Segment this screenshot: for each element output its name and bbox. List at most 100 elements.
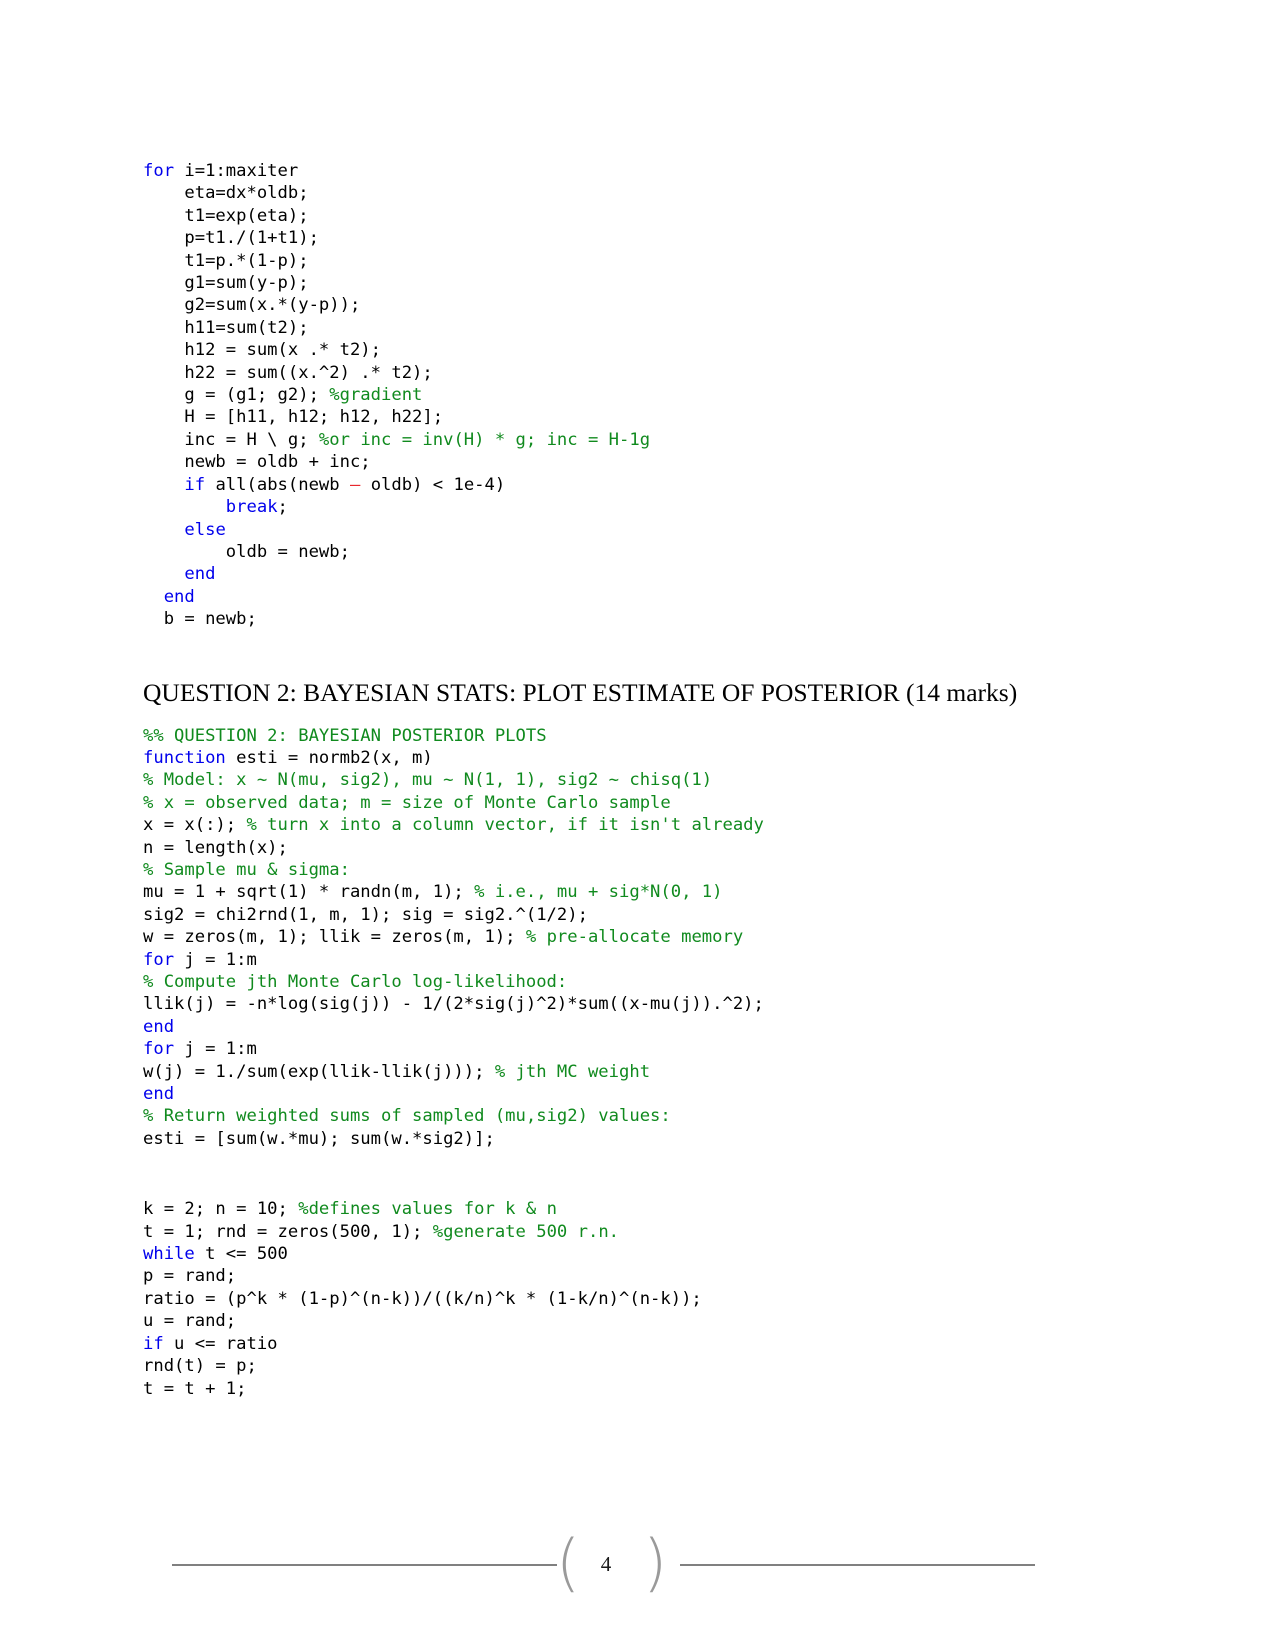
document-page: for i=1:maxiter eta=dx*oldb; t1=exp(eta)… [0, 0, 1275, 1651]
spacer-after-heading [143, 708, 1133, 725]
code-token: u = rand; [143, 1311, 237, 1332]
code-line: b = newb; [143, 608, 1133, 630]
code-line: mu = 1 + sqrt(1) * randn(m, 1); % i.e., … [143, 881, 1133, 903]
code-token: % Compute jth Monte Carlo log-likelihood… [143, 972, 568, 992]
code-token: p = rand; [143, 1266, 237, 1287]
code-line: %% QUESTION 2: BAYESIAN POSTERIOR PLOTS [143, 725, 1133, 747]
code-line: t1=p.*(1-p); [143, 250, 1133, 272]
code-token: if [143, 1333, 164, 1354]
code-token: h11=sum(t2); [143, 317, 309, 338]
code-line: inc = H \ g; %or inc = inv(H) * g; inc =… [143, 429, 1133, 451]
question-2-heading: QUESTION 2: BAYESIAN STATS: PLOT ESTIMAT… [143, 677, 1018, 707]
code-line: esti = [sum(w.*mu); sum(w.*sig2)]; [143, 1128, 1133, 1150]
code-token: j = 1:m [174, 1039, 257, 1060]
code-line: sig2 = chi2rnd(1, m, 1); sig = sig2.^(1/… [143, 904, 1133, 926]
code-token: w = zeros(m, 1); llik = zeros(m, 1); [143, 927, 526, 948]
code-token: for [143, 161, 175, 181]
code-line: h22 = sum((x.^2) .* t2); [143, 362, 1133, 384]
code-token: break [225, 497, 278, 518]
code-line: newb = oldb + inc; [143, 451, 1133, 473]
code-line: w(j) = 1./sum(exp(llik-llik(j))); % jth … [143, 1061, 1133, 1083]
code-token: for [143, 949, 175, 970]
code-token: x = x(:); [143, 815, 247, 836]
code-line: n = length(x); [143, 837, 1133, 859]
code-line: % Return weighted sums of sampled (mu,si… [143, 1105, 1133, 1127]
code-token: % Model: x ~ N(mu, sig2), mu ~ N(1, 1), … [143, 770, 713, 791]
code-line: p=t1./(1+t1); [143, 227, 1133, 249]
code-token: h22 = sum((x.^2) .* t2); [143, 362, 433, 383]
code-line: t = t + 1; [143, 1378, 1133, 1400]
code-token: u <= ratio [163, 1333, 278, 1354]
code-token: for [143, 1039, 175, 1060]
code-line: end [143, 563, 1133, 585]
code-token: w(j) = 1./sum(exp(llik-llik(j))); [143, 1061, 495, 1082]
code-token: g = (g1; g2); [143, 385, 330, 406]
code-line: w = zeros(m, 1); llik = zeros(m, 1); % p… [143, 926, 1133, 948]
code-line: ratio = (p^k * (1-p)^(n-k))/((k/n)^k * (… [143, 1288, 1133, 1310]
code-line: if all(abs(newb – oldb) < 1e-4) [143, 474, 1133, 496]
code-token: t <= 500 [194, 1244, 288, 1265]
code-line: oldb = newb; [143, 541, 1133, 563]
code-line: % Sample mu & sigma: [143, 859, 1133, 881]
code-token: %defines values for k & n [298, 1199, 557, 1220]
code-line: t1=exp(eta); [143, 205, 1133, 227]
code-line: if u <= ratio [143, 1333, 1133, 1355]
code-token: % turn x into a column vector, if it isn… [246, 815, 764, 836]
code-token: rnd(t) = p; [143, 1356, 257, 1377]
code-token: %generate 500 r.n. [432, 1221, 620, 1242]
code-line: u = rand; [143, 1310, 1133, 1332]
code-line: while t <= 500 [143, 1243, 1133, 1265]
code-line: h11=sum(t2); [143, 317, 1133, 339]
footer-rule-right [680, 1564, 1035, 1566]
code-line: function esti = normb2(x, m) [143, 747, 1133, 769]
spacer-before-heading [143, 631, 1133, 678]
code-token: end [143, 1016, 175, 1037]
code-token: while [143, 1244, 195, 1265]
code-line: t = 1; rnd = zeros(500, 1); %generate 50… [143, 1221, 1133, 1243]
code-token: n = length(x); [143, 837, 288, 858]
code-token: % jth MC weight [494, 1061, 651, 1082]
code-token: sig2 = chi2rnd(1, m, 1); sig = sig2.^(1/… [143, 904, 588, 925]
code-token: b = newb; [143, 609, 257, 630]
code-token: k = 2; n = 10; [143, 1199, 299, 1220]
code-token: end [143, 1084, 175, 1105]
code-token: h12 = sum(x .* t2); [143, 340, 381, 361]
code-token: %% QUESTION 2: BAYESIAN POSTERIOR PLOTS [143, 725, 547, 746]
code-token: i=1:maxiter [174, 161, 299, 181]
spacer-between-code-blocks-2 [143, 1174, 1133, 1198]
code-token: g1=sum(y-p); [143, 273, 309, 294]
footer-rule-left [172, 1564, 557, 1566]
code-token: %or inc = inv(H) * g; inc = H-1g [318, 429, 651, 450]
code-block-newton-raphson: for i=1:maxiter eta=dx*oldb; t1=exp(eta)… [143, 160, 1133, 631]
code-block-bayesian-posterior: %% QUESTION 2: BAYESIAN POSTERIOR PLOTS f… [143, 725, 1133, 1151]
code-line: h12 = sum(x .* t2); [143, 339, 1133, 361]
code-token: – [349, 474, 361, 495]
page-footer: ( ) 4 [0, 1530, 1275, 1600]
code-token: esti = normb2(x, m) [225, 747, 433, 768]
code-line: x = x(:); % turn x into a column vector,… [143, 814, 1133, 836]
code-token: t = 1; rnd = zeros(500, 1); [143, 1221, 433, 1242]
code-line: for j = 1:m [143, 949, 1133, 971]
page-number: 4 [600, 1552, 612, 1576]
code-token: esti = [sum(w.*mu); sum(w.*sig2)]; [143, 1128, 495, 1149]
code-token: t1=exp(eta); [143, 205, 309, 226]
code-token: ratio = (p^k * (1-p)^(n-k))/((k/n)^k * (… [143, 1288, 702, 1309]
code-token: % Sample mu & sigma: [143, 859, 350, 880]
code-line: p = rand; [143, 1265, 1133, 1287]
code-line: k = 2; n = 10; %defines values for k & n [143, 1198, 1133, 1220]
code-line: end [143, 586, 1133, 608]
code-line: end [143, 1016, 1133, 1038]
code-line: % x = observed data; m = size of Monte C… [143, 792, 1133, 814]
code-token: p=t1./(1+t1); [143, 228, 319, 249]
code-token: eta=dx*oldb; [143, 183, 309, 204]
code-line: else [143, 519, 1133, 541]
code-line: g1=sum(y-p); [143, 272, 1133, 294]
code-line: eta=dx*oldb; [143, 182, 1133, 204]
code-token: else [184, 519, 226, 540]
code-token: end [163, 586, 195, 607]
